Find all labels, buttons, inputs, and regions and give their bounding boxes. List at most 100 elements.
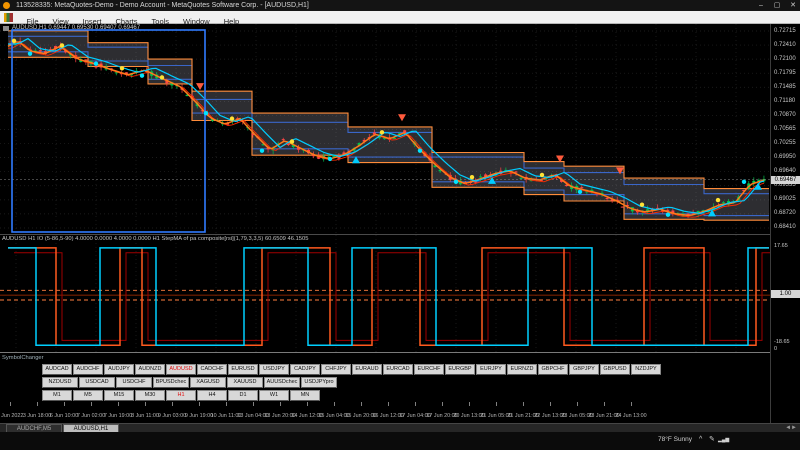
price-label: 0.68720 [774,210,796,216]
symbol-button-eurusd[interactable]: EURUSD [228,364,258,375]
price-label: 0.69950 [774,154,796,160]
timeframe-button-m1[interactable]: M1 [42,390,72,401]
minimize-button[interactable]: – [754,0,768,11]
time-tick [91,402,92,406]
symbol-button-cadchf[interactable]: CADCHF [197,364,227,375]
time-tick [253,402,254,406]
time-tick [172,402,173,406]
symbol-button-usdcad[interactable]: USDCAD [79,377,115,388]
price-label: 0.71180 [774,98,795,104]
symbol-button-nzdjpy[interactable]: NZDJPY [631,364,661,375]
symbol-button-xauusd[interactable]: XAUUSD [227,377,263,388]
price-label: 0.69025 [774,196,796,202]
network-icon[interactable]: ▂▄▆ [718,432,729,448]
time-tick [37,402,38,406]
chart-header: AUDUSD,H1 0.69447 0.69530 0.69407 0.6946… [12,25,140,31]
timeframe-button-h4[interactable]: H4 [197,390,227,401]
time-label: 9 Jun 03:00 [158,413,186,419]
symbolchanger-label: SymbolChanger [2,355,44,361]
chart-tabs-bar: ◄► AUDCHF,M5AUDUSD,H1 [0,423,800,432]
time-tick [334,402,335,406]
weather-text[interactable]: 78°F Sunny [658,432,692,448]
time-label: 24 Jun 13:00 [615,413,646,419]
time-label: 3 Jun 2022 [0,413,23,419]
symbol-button-chfjpy[interactable]: CHFJPY [321,364,351,375]
timeframe-button-d1[interactable]: D1 [228,390,258,401]
price-label: 0.70870 [774,112,796,118]
time-tick [145,402,146,406]
symbol-button-audcad[interactable]: AUDCAD [42,364,72,375]
tray-pen-icon[interactable]: ✎ [709,432,715,448]
time-tick [199,402,200,406]
chart-window-icon [4,13,13,22]
timeframe-button-m30[interactable]: M30 [135,390,165,401]
close-button[interactable]: ✕ [786,0,800,11]
timeframe-button-m15[interactable]: M15 [104,390,134,401]
price-label: 0.70255 [774,140,796,146]
time-label: 7 Jun 19:00 [104,413,132,419]
main-chart[interactable] [0,24,770,234]
time-tick [280,402,281,406]
symbol-button-gbpjpy[interactable]: GBPJPY [569,364,599,375]
indicator-axis-bottom: -18.65 [774,339,790,345]
indicator-waves [8,248,770,345]
price-label: 0.68410 [774,224,796,230]
price-label: 0.72410 [774,42,796,48]
symbol-button-audnzd[interactable]: AUDNZD [135,364,165,375]
symbol-button-cadjpy[interactable]: CADJPY [290,364,320,375]
time-tick [442,402,443,406]
time-tick [550,402,551,406]
symbol-button-bpusdchec[interactable]: BPUSDchec [153,377,189,388]
symbol-button-audjpy[interactable]: AUDJPY [104,364,134,375]
indicator-level-box: 1.00 [771,290,800,298]
timeframe-button-m5[interactable]: M5 [73,390,103,401]
windows-taskbar: 78°F Sunny ^ ✎ ▂▄▆ 11:29 AM 6/24/2022 ♪ [0,432,800,450]
symbol-button-gbpusd[interactable]: GBPUSD [600,364,630,375]
time-tick [631,402,632,406]
time-tick [10,402,11,406]
symbol-button-nzdusd[interactable]: NZDUSD [42,377,78,388]
indicator-label: AUDUSD H1 IO (5-86,5-90) 4.0000 0.0000 4… [2,236,308,242]
timeframe-button-h1[interactable]: H1 [166,390,196,401]
price-label: 0.71485 [774,84,796,90]
symbol-button-eurcad[interactable]: EURCAD [383,364,413,375]
indicator-grid [16,235,736,352]
symbol-button-usdchf[interactable]: USDCHF [116,377,152,388]
time-tick [415,402,416,406]
window-separator-2[interactable] [0,352,770,353]
time-tick [64,402,65,406]
indicator-axis-top: 17.65 [774,243,788,249]
indicator-chart[interactable] [0,235,770,352]
price-label: 0.70565 [774,126,796,132]
title-bar: 113528335: MetaQuotes-Demo - Demo Accoun… [0,0,800,11]
maximize-button[interactable]: ▢ [770,0,784,11]
symbol-button-eurnzd[interactable]: EURNZD [507,364,537,375]
metatrader-window: { "window": { "title": "113528335: MetaQ… [0,0,800,450]
time-tick [226,402,227,406]
symbol-button-xagusd[interactable]: XAGUSD [190,377,226,388]
symbol-button-eurgbp[interactable]: EURGBP [445,364,475,375]
symbol-button-eurchf[interactable]: EURCHF [414,364,444,375]
symbol-button-usdjpypro[interactable]: USDJPYpro [301,377,337,388]
time-tick [307,402,308,406]
chart-header-icon [3,26,9,31]
timeframe-button-w1[interactable]: W1 [259,390,289,401]
symbol-button-auusdchec[interactable]: AUUSDchec [264,377,300,388]
time-tick [523,402,524,406]
time-tick [388,402,389,406]
symbol-button-audusd[interactable]: AUDUSD [166,364,196,375]
current-price-box: 0.69467 [771,176,800,184]
time-label: 9 Jun 19:00 [185,413,213,419]
symbol-button-eurjpy[interactable]: EURJPY [476,364,506,375]
time-tick [118,402,119,406]
time-tick [496,402,497,406]
tray-chevron-icon[interactable]: ^ [699,432,702,448]
symbol-button-usdjpy[interactable]: USDJPY [259,364,289,375]
symbol-button-audchf[interactable]: AUDCHF [73,364,103,375]
indicator-levels [0,290,770,300]
time-tick [577,402,578,406]
indicator-axis-zero: 0 [774,346,777,352]
symbol-button-gbpchf[interactable]: GBPCHF [538,364,568,375]
timeframe-button-mn[interactable]: MN [290,390,320,401]
symbol-button-euraud[interactable]: EURAUD [352,364,382,375]
